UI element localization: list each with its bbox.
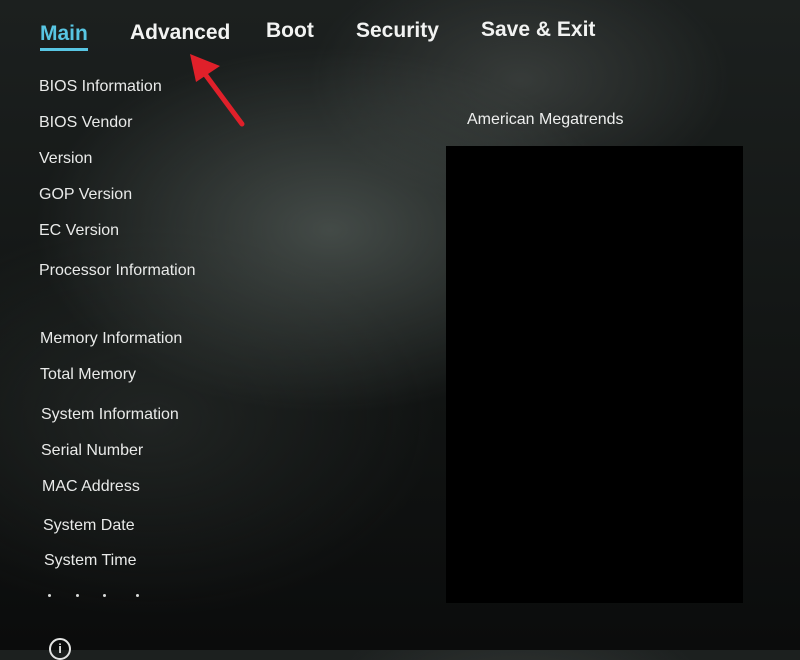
- tab-advanced[interactable]: Advanced: [130, 21, 230, 45]
- label-memory-information: Memory Information: [40, 330, 183, 347]
- dot: [76, 594, 79, 597]
- label-bios-information: BIOS Information: [39, 78, 162, 95]
- dot: [136, 594, 139, 597]
- label-system-information: System Information: [41, 406, 179, 423]
- top-navigation-tabs: Main Advanced Boot Security Save & Exit: [0, 0, 800, 60]
- label-version: Version: [39, 150, 93, 167]
- tab-boot[interactable]: Boot: [266, 19, 314, 43]
- label-mac-address: MAC Address: [42, 478, 140, 495]
- bios-vendor-value: American Megatrends: [467, 111, 624, 128]
- label-processor-information: Processor Information: [39, 262, 196, 279]
- label-gop-version: GOP Version: [39, 186, 133, 203]
- label-serial-number: Serial Number: [41, 442, 144, 459]
- label-total-memory: Total Memory: [40, 366, 137, 383]
- tab-security[interactable]: Security: [356, 19, 439, 43]
- label-system-date[interactable]: System Date: [43, 517, 135, 535]
- dot: [103, 594, 106, 597]
- red-arrow-icon: [190, 54, 245, 127]
- label-system-time[interactable]: System Time: [44, 552, 136, 570]
- label-ec-version: EC Version: [39, 222, 120, 239]
- dot: [48, 594, 51, 597]
- redacted-values-box: [446, 146, 743, 603]
- tab-main[interactable]: Main: [40, 22, 88, 51]
- tab-save-exit[interactable]: Save & Exit: [481, 18, 595, 42]
- info-circle-icon[interactable]: i: [49, 638, 71, 660]
- scroll-more-dots: [48, 594, 148, 600]
- label-bios-vendor: BIOS Vendor: [39, 114, 133, 131]
